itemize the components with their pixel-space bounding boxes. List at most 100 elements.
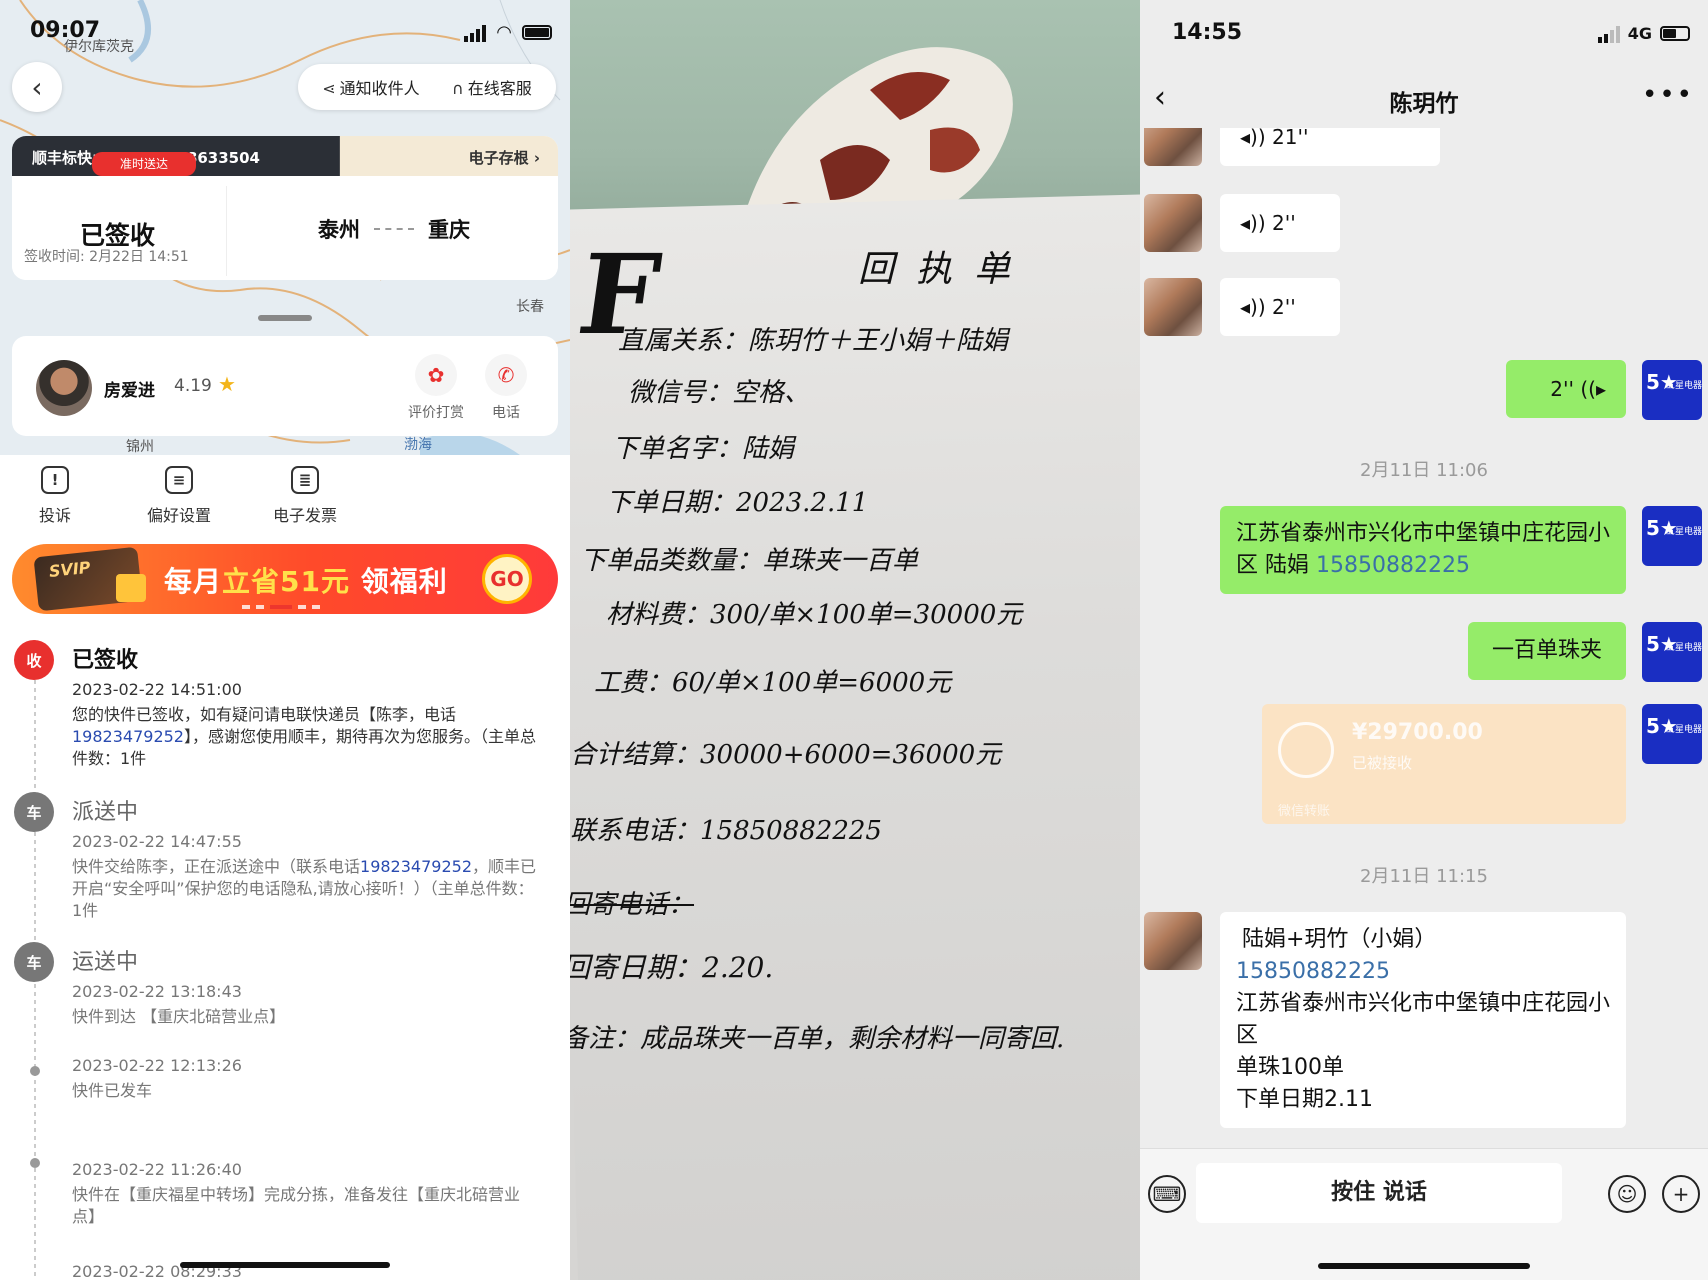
event-desc: 快件到达 【重庆北碚营业点】: [72, 1007, 286, 1026]
my-avatar[interactable]: 5★ 五星电器: [1642, 360, 1702, 420]
headset-icon: ∩: [452, 79, 464, 98]
event-time: 2023-02-22 13:18:43: [72, 982, 242, 1001]
event-desc: 快件交给陈李，正在派送途中（联系电话19823479252，顺丰已开启“安全呼叫…: [72, 856, 538, 922]
top-actions: ⋖ 通知收件人 ∩ 在线客服: [298, 64, 556, 110]
complaint-button[interactable]: ! 投诉: [0, 466, 110, 526]
plus-icon[interactable]: +: [1662, 1175, 1700, 1213]
voice-duration: 21'': [1272, 128, 1309, 149]
hold-to-talk-button[interactable]: 按住 说话: [1196, 1163, 1562, 1223]
keyboard-icon[interactable]: ⌨: [1148, 1175, 1186, 1213]
receipt-photo: F 回执单 直属关系：陈玥竹＋王小娟＋陆娟 微信号：空格、 下单名字：陆娟 下单…: [570, 0, 1140, 1280]
voice-message[interactable]: ◂)) 2'': [1220, 194, 1340, 252]
tip-button[interactable]: ✿ 评价打赏: [404, 354, 468, 422]
input-bar: ⌨ 按住 说话 ☺ +: [1140, 1148, 1708, 1280]
avatar-text: 五星电器: [1666, 643, 1703, 653]
status-bar: 14:55 4G: [1140, 20, 1708, 52]
voice-duration: 2'': [1550, 377, 1574, 401]
desc-text: 您的快件已签收，如有疑问请电联快递员【陈李，电话: [72, 705, 457, 724]
route-arrow-icon: [374, 228, 414, 230]
my-avatar[interactable]: 5★ 五星电器: [1642, 622, 1702, 682]
my-avatar[interactable]: 5★ 五星电器: [1642, 506, 1702, 566]
status-bar: 09:07 ◠: [0, 18, 570, 52]
voice-icon: ((▸: [1580, 377, 1606, 401]
receipt-line: 回寄日期：2.20.: [570, 951, 774, 984]
promo-suffix: 领福利: [349, 565, 448, 598]
carousel-dot: [242, 605, 250, 609]
invoice-icon: ≣: [291, 466, 319, 494]
wifi-icon: ◠: [496, 22, 512, 43]
voice-duration: 2'': [1272, 295, 1296, 319]
award-icon: ✿: [415, 354, 457, 396]
truck-icon: 车: [14, 942, 54, 982]
reply-line: 下单日期2.11: [1236, 1087, 1373, 1112]
e-stub-link[interactable]: 电子存根 ›: [469, 147, 540, 168]
drag-handle[interactable]: [258, 315, 312, 321]
my-avatar[interactable]: 5★ 五星电器: [1642, 704, 1702, 764]
courier-score: 4.19: [174, 376, 212, 396]
transfer-status: 已被接收: [1352, 754, 1413, 772]
system-icons: 4G: [1597, 24, 1690, 43]
voice-icon: ◂)): [1240, 128, 1266, 149]
order-details-message[interactable]: 陆娟+玥竹（小娟） 15850882225 江苏省泰州市兴化市中堡镇中庄花园小区…: [1220, 912, 1626, 1128]
event-title: 运送中: [72, 950, 139, 975]
carousel-dot: [256, 605, 264, 609]
contact-avatar[interactable]: [1144, 128, 1202, 166]
contact-avatar[interactable]: [1144, 912, 1202, 970]
text-message[interactable]: 一百单珠夹: [1468, 622, 1626, 680]
home-indicator: [180, 1262, 390, 1268]
battery-icon: [522, 25, 552, 40]
chat-nav-bar: ‹ 陈玥竹 •••: [1140, 70, 1708, 128]
voice-message[interactable]: ◂)) 21'': [1220, 128, 1440, 166]
event-desc: 您的快件已签收，如有疑问请电联快递员【陈李，电话19823479252】，感谢您…: [72, 704, 538, 770]
received-icon: 收: [14, 640, 54, 680]
call-button[interactable]: ✆ 电话: [474, 354, 538, 422]
courier-avatar: [36, 360, 92, 416]
voice-message[interactable]: ◂)) 2'': [1220, 278, 1340, 336]
receipt-line: 联系电话：15850882225: [570, 816, 882, 846]
courier-phone-link[interactable]: 19823479252: [360, 857, 472, 876]
receipt-title: 回执单: [858, 249, 1033, 290]
courier-phone-link[interactable]: 19823479252: [72, 727, 184, 746]
receipt-line: 备注：成品珠夹一百单，剩余材料一同寄回.: [570, 1024, 1065, 1054]
route-destination: 重庆: [428, 218, 470, 242]
voice-duration: 2'': [1272, 211, 1296, 235]
promo-banner[interactable]: SVIP 每月立省51元 领福利 GO: [12, 544, 558, 614]
emoji-icon[interactable]: ☺: [1608, 1175, 1646, 1213]
star-icon: ★: [218, 372, 236, 396]
contact-avatar[interactable]: [1144, 278, 1202, 336]
invoice-label: 电子发票: [272, 506, 337, 525]
receipt-line: 材料费：300/单×100单=30000元: [606, 600, 1023, 630]
address-message[interactable]: 江苏省泰州市兴化市中堡镇中庄花园小区 陆娟 15850882225: [1220, 506, 1626, 594]
route: 泰州 重庆: [318, 214, 470, 244]
event-title: 派送中: [72, 800, 139, 825]
complaint-label: 投诉: [38, 506, 71, 525]
receipt-line: 微信号：空格、: [628, 378, 811, 408]
signal-icon: [464, 24, 487, 42]
message-list[interactable]: ◂)) 21'' ◂)) 2'' ◂)) 2'' 2'' ((▸ 5★ 五星电器 …: [1140, 128, 1708, 1128]
transfer-message[interactable]: ¥29700.00 已被接收 微信转账: [1262, 704, 1626, 824]
battery-icon: [1660, 26, 1690, 41]
action-bar: ! 投诉 ≡ 偏好设置 ≣ 电子发票: [0, 466, 570, 536]
receipt-line: 直属关系：陈玥竹＋王小娟＋陆娟: [618, 326, 1009, 356]
clock: 09:07: [30, 18, 101, 43]
online-service-button[interactable]: ∩ 在线客服: [452, 75, 532, 99]
carousel-dot: [312, 605, 320, 609]
transfer-footer: 微信转账: [1278, 804, 1331, 819]
go-button[interactable]: GO: [482, 554, 532, 604]
contact-avatar[interactable]: [1144, 194, 1202, 252]
more-icon[interactable]: •••: [1642, 80, 1694, 110]
invoice-button[interactable]: ≣ 电子发票: [250, 466, 360, 526]
phone-link[interactable]: 15850882225: [1236, 956, 1610, 988]
my-voice-message[interactable]: 2'' ((▸: [1506, 360, 1626, 418]
back-button[interactable]: ‹: [12, 62, 62, 112]
event-time: 2023-02-22 14:47:55: [72, 832, 242, 851]
phone-link[interactable]: 15850882225: [1316, 553, 1470, 578]
event-desc: 快件已发车: [72, 1081, 153, 1100]
notify-recipient-button[interactable]: ⋖ 通知收件人: [322, 75, 419, 99]
promo-text: 每月立省51元 领福利: [164, 560, 448, 600]
preferences-button[interactable]: ≡ 偏好设置: [124, 466, 234, 526]
map-label: 渤海: [404, 437, 432, 453]
event-title: 已签收: [72, 648, 139, 673]
gift-icon: [116, 574, 146, 602]
carousel-dot: [298, 605, 306, 609]
